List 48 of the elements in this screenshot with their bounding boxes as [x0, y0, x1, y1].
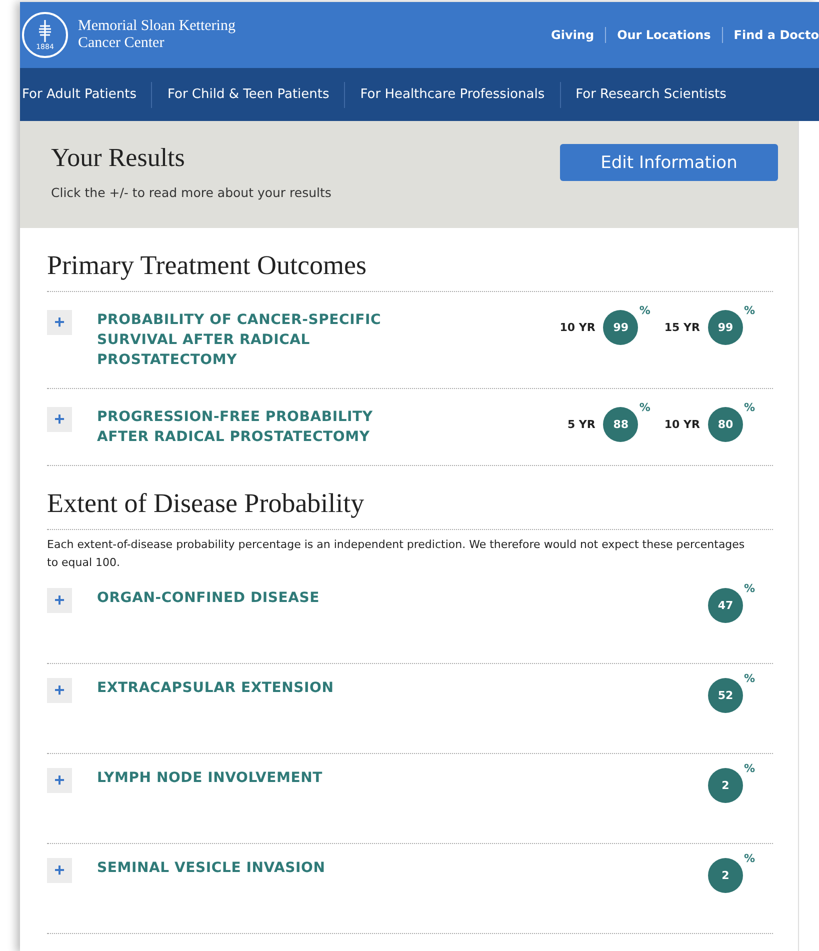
expand-toggle[interactable]: + — [47, 858, 72, 883]
tree-icon — [38, 20, 52, 42]
percent-sign: % — [744, 762, 755, 775]
expand-toggle[interactable]: + — [47, 310, 72, 335]
percent-value: 47 — [708, 588, 743, 623]
percent-sign: % — [639, 304, 650, 317]
utility-link[interactable]: Giving — [540, 27, 606, 43]
percent-sign: % — [744, 672, 755, 685]
utility-link[interactable]: Find a Docto — [722, 27, 819, 43]
outcome-label: SEMINAL VESICLE INVASION — [97, 859, 326, 878]
section-title: Extent of Disease Probability — [47, 466, 773, 530]
utility-link[interactable]: Our Locations — [605, 27, 722, 43]
period-label: 10 YR — [560, 321, 596, 334]
nav-link[interactable]: For Healthcare Professionals — [344, 82, 560, 108]
percent-value: 99 — [708, 310, 743, 345]
percent-value: 99 — [603, 310, 638, 345]
brand-name: Cancer Center — [78, 35, 166, 52]
nav-link[interactable]: For Research Scientists — [560, 82, 742, 108]
percent-value: 2 — [708, 858, 743, 893]
percent-sign: % — [639, 401, 650, 414]
outcome-label: LYMPH NODE INVOLVEMENT — [97, 769, 324, 788]
outcome-label: ORGAN-CONFINED DISEASE — [97, 589, 321, 608]
section-title: Primary Treatment Outcomes — [47, 228, 773, 292]
outcome-label: EXTRACAPSULAR EXTENSION — [97, 679, 335, 698]
nav-link[interactable]: For Child & Teen Patients — [151, 82, 344, 108]
period-label: 5 YR — [567, 418, 596, 431]
period-label: 10 YR — [664, 418, 700, 431]
percent-value: 80 — [708, 407, 743, 442]
percent-value: 52 — [708, 678, 743, 713]
instructions-text: Click the +/- to read more about your results — [51, 185, 332, 200]
page-title: Your Results — [51, 143, 186, 173]
brand-name: Memorial Sloan Kettering — [78, 18, 236, 35]
expand-toggle[interactable]: + — [47, 678, 72, 703]
nav-link[interactable]: For Adult Patients — [20, 82, 152, 108]
section-note: Each extent-of-disease probability percentage is an independent prediction. We therefore would not expect these percentages to equal 100. — [47, 537, 746, 571]
expand-toggle[interactable]: + — [47, 588, 72, 613]
edit-information-button[interactable]: Edit Information — [560, 144, 778, 181]
period-label: 15 YR — [664, 321, 700, 334]
percent-sign: % — [744, 852, 755, 865]
percent-sign: % — [744, 401, 755, 414]
percent-value: 88 — [603, 407, 638, 442]
outcome-label: PROGRESSION-FREE PROBABILITY AFTER RADICAL PROSTATECTOMY — [97, 408, 374, 447]
percent-sign: % — [744, 582, 755, 595]
percent-sign: % — [744, 304, 755, 317]
percent-value: 2 — [708, 768, 743, 803]
outcome-label: PROBABILITY OF CANCER-SPECIFIC SURVIVAL AFTER RADICAL PROSTATECTOMY — [97, 311, 382, 370]
expand-toggle[interactable]: + — [47, 768, 72, 793]
expand-toggle[interactable]: + — [47, 407, 72, 432]
